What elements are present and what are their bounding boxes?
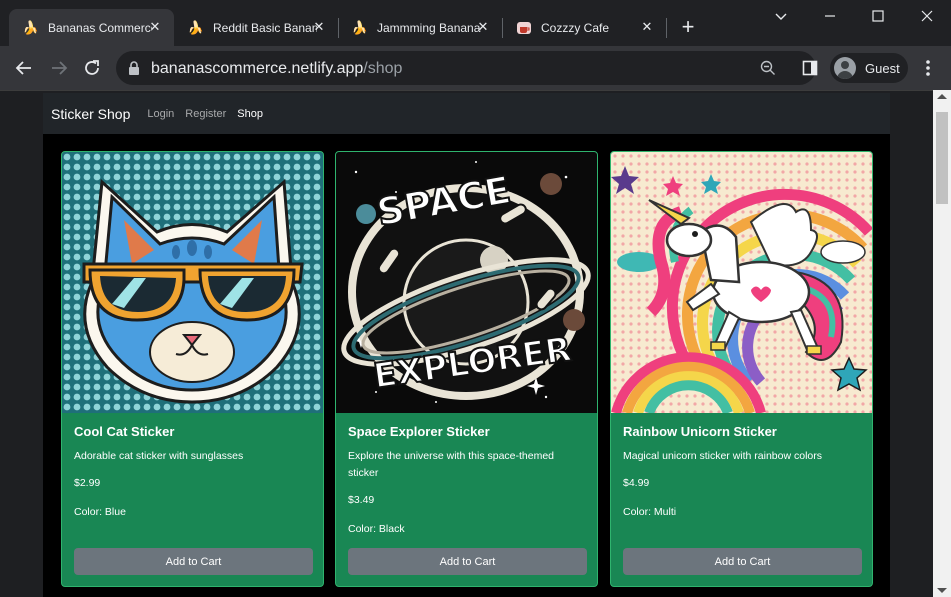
avatar <box>834 57 856 79</box>
banana-icon: 🍌 <box>22 19 40 35</box>
close-icon[interactable]: ✕ <box>640 20 654 34</box>
browser-toolbar: bananascommerce.netlify.app/shop Guest <box>0 46 951 90</box>
nav-shop[interactable]: Shop <box>237 108 263 120</box>
window-close-icon[interactable] <box>917 8 937 26</box>
scroll-up-arrow-icon[interactable] <box>937 94 947 99</box>
url-path: /shop <box>363 60 403 77</box>
scrollbar-thumb[interactable] <box>936 112 948 204</box>
banana-icon: 🍌 <box>187 19 205 35</box>
product-color: Color: Blue <box>74 506 126 518</box>
cool-cat-sticker-image <box>62 152 323 413</box>
add-to-cart-button[interactable]: Add to Cart <box>348 548 587 575</box>
product-price: $4.99 <box>623 477 650 489</box>
nav-register[interactable]: Register <box>185 108 226 120</box>
tab-reddit-basic-bananas[interactable]: 🍌 Reddit Basic Bananas ✕ <box>174 9 338 46</box>
minimize-icon[interactable] <box>820 8 840 26</box>
url-text[interactable]: bananascommerce.netlify.app/shop <box>151 60 402 78</box>
site-navbar: Sticker Shop Login Register Shop <box>43 93 890 134</box>
product-description: Magical unicorn sticker with rainbow col… <box>623 450 822 462</box>
address-bar[interactable]: bananascommerce.netlify.app/shop <box>116 51 816 85</box>
product-name: Cool Cat Sticker <box>74 424 175 439</box>
rainbow-unicorn-sticker-image <box>611 152 872 413</box>
product-card: SPACE EXPLORER Space Explorer Sticker Ex… <box>335 151 598 587</box>
maximize-icon[interactable] <box>868 8 888 26</box>
viewport-border <box>0 90 933 91</box>
space-explorer-sticker-image: SPACE EXPLORER <box>336 152 597 413</box>
product-name: Space Explorer Sticker <box>348 424 490 439</box>
brand-link[interactable]: Sticker Shop <box>51 106 130 122</box>
product-description: Explore the universe with this space-the… <box>348 450 555 479</box>
side-panel-icon[interactable] <box>802 60 818 81</box>
back-icon[interactable] <box>13 57 35 79</box>
tab-strip: 🍌 Bananas Commerce ✕ 🍌 Reddit Basic Bana… <box>0 0 951 46</box>
profile-label: Guest <box>865 60 900 76</box>
tab-title: Reddit Basic Bananas <box>213 20 317 35</box>
page-viewport: Sticker Shop Login Register Shop Cool Ca… <box>0 90 951 597</box>
profile-button[interactable]: Guest <box>830 53 908 83</box>
product-color: Color: Black <box>348 523 405 535</box>
new-tab-button[interactable]: + <box>678 16 698 38</box>
tab-title: Cozzzy Cafe <box>541 20 610 35</box>
tab-title: Bananas Commerce <box>48 20 152 35</box>
tab-bananas-commerce[interactable]: 🍌 Bananas Commerce ✕ <box>9 9 174 46</box>
close-icon[interactable]: ✕ <box>476 20 490 34</box>
product-card: Cool Cat Sticker Adorable cat sticker wi… <box>61 151 324 587</box>
tab-jammming-bananas[interactable]: 🍌 Jammming Bananas ✕ <box>338 9 502 46</box>
add-to-cart-button[interactable]: Add to Cart <box>74 548 313 575</box>
tab-search-icon[interactable] <box>771 8 791 26</box>
product-price: $2.99 <box>74 477 101 489</box>
tab-title: Jammming Bananas <box>377 20 481 35</box>
cafe-icon <box>516 20 532 36</box>
forward-icon[interactable] <box>48 57 70 79</box>
product-price: $3.49 <box>348 494 375 506</box>
vertical-scrollbar[interactable] <box>933 90 951 597</box>
url-host: bananascommerce.netlify.app <box>151 60 364 77</box>
banana-icon: 🍌 <box>351 19 369 35</box>
close-icon[interactable]: ✕ <box>148 20 162 34</box>
nav-login[interactable]: Login <box>147 108 174 120</box>
tab-separator <box>666 18 667 38</box>
reload-icon[interactable] <box>81 57 103 79</box>
scroll-down-arrow-icon[interactable] <box>937 588 947 593</box>
product-color: Color: Multi <box>623 506 677 518</box>
close-icon[interactable]: ✕ <box>312 20 326 34</box>
tab-cozzzy-cafe[interactable]: Cozzzy Cafe ✕ <box>502 9 666 46</box>
product-card: Rainbow Unicorn Sticker Magical unicorn … <box>610 151 873 587</box>
product-description: Adorable cat sticker with sunglasses <box>74 450 244 462</box>
add-to-cart-button[interactable]: Add to Cart <box>623 548 862 575</box>
menu-icon[interactable] <box>920 58 936 78</box>
lock-icon[interactable] <box>128 61 140 80</box>
product-name: Rainbow Unicorn Sticker <box>623 424 777 439</box>
site-container: Sticker Shop Login Register Shop Cool Ca… <box>43 93 890 597</box>
zoom-icon[interactable] <box>760 60 776 81</box>
